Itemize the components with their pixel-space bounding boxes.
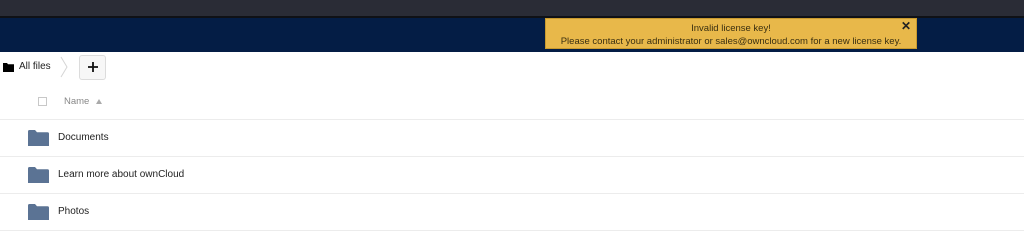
- breadcrumb-all-files[interactable]: All files: [19, 61, 51, 72]
- toast-message: Please contact your administrator or sal…: [560, 36, 902, 47]
- close-icon[interactable]: ✕: [900, 20, 912, 32]
- file-name[interactable]: Photos: [58, 206, 89, 217]
- table-row[interactable]: Documents: [0, 119, 1024, 156]
- row-divider: [0, 230, 1024, 231]
- folder-icon: [28, 130, 49, 146]
- name-column-header[interactable]: Name: [64, 96, 89, 107]
- folder-icon: [28, 167, 49, 183]
- folder-icon: [28, 204, 49, 220]
- folder-icon[interactable]: [3, 62, 14, 72]
- new-button[interactable]: [79, 55, 106, 80]
- toast-title: Invalid license key!: [691, 23, 771, 34]
- sort-ascending-icon: [96, 99, 102, 104]
- breadcrumb-separator-icon: [60, 56, 68, 78]
- plus-icon: [88, 62, 98, 72]
- breadcrumb: [0, 52, 1024, 82]
- table-row[interactable]: Learn more about ownCloud: [0, 156, 1024, 193]
- file-name[interactable]: Learn more about ownCloud: [58, 169, 184, 180]
- license-warning-toast: Invalid license key! Please contact your…: [545, 18, 917, 49]
- table-row[interactable]: Photos: [0, 193, 1024, 230]
- os-top-bar: [0, 0, 1024, 16]
- select-all-checkbox[interactable]: [38, 97, 47, 106]
- file-name[interactable]: Documents: [58, 132, 109, 143]
